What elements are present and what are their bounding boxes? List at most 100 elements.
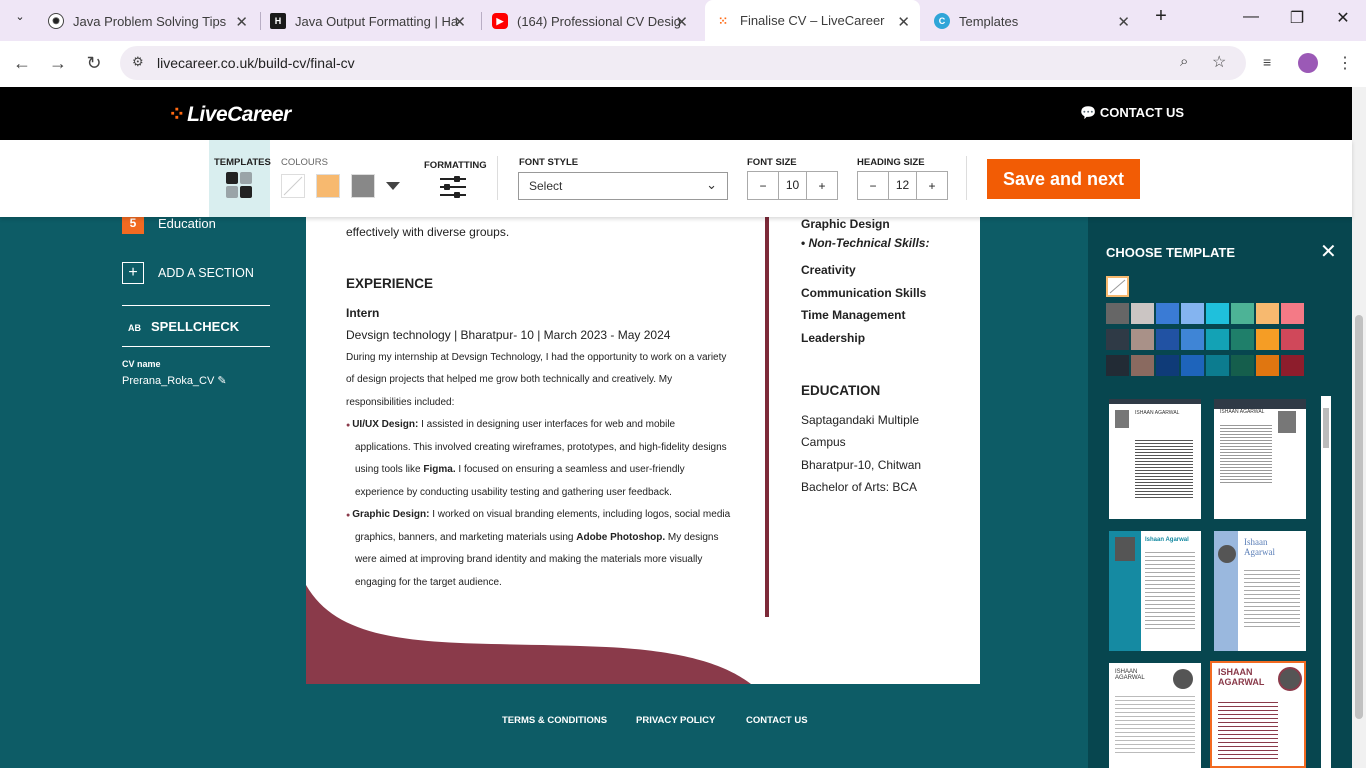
colour-option[interactable]: [1231, 329, 1254, 350]
terms-link[interactable]: TERMS & CONDITIONS: [502, 715, 607, 726]
colour-option[interactable]: [1281, 303, 1304, 324]
close-icon[interactable]: ✕: [453, 13, 466, 31]
plus-icon[interactable]: +: [807, 179, 837, 193]
site-info-icon[interactable]: ⚙: [132, 54, 144, 70]
tab-search-icon[interactable]: ⌄: [0, 10, 40, 23]
add-section-button[interactable]: + ADD A SECTION: [122, 262, 254, 284]
forward-icon[interactable]: →: [46, 53, 70, 74]
colour-option[interactable]: [1106, 355, 1129, 376]
font-style-select[interactable]: Select ⌄: [518, 172, 728, 200]
editor-main: 5 Education + ADD A SECTION AB SPELLCHECK C…: [0, 212, 1352, 768]
close-icon[interactable]: ✕: [897, 13, 910, 31]
template-thumbnail[interactable]: Ishaan Agarwal: [1109, 531, 1201, 651]
media-controls-icon[interactable]: ≡: [1263, 54, 1271, 70]
browser-tab[interactable]: ✺ Java Problem Solving Tips ✕: [48, 6, 258, 36]
colour-option[interactable]: [1106, 303, 1129, 324]
browser-tab[interactable]: ▶ (164) Professional CV Desig ✕: [492, 6, 698, 36]
maximize-icon[interactable]: ❐: [1274, 8, 1320, 28]
templates-label: TEMPLATES: [214, 157, 271, 168]
colour-option[interactable]: [1131, 303, 1154, 324]
template-name: Ishaan Agarwal: [1145, 537, 1189, 543]
cv-preview[interactable]: effectively with diverse groups. EXPERIE…: [306, 217, 980, 684]
template-thumbnail[interactable]: Ishaan Agarwal: [1214, 531, 1306, 651]
template-thumbnail-selected[interactable]: ISHAAN AGARWAL: [1210, 661, 1306, 768]
colour-option[interactable]: [1131, 355, 1154, 376]
window-close-icon[interactable]: ✕: [1320, 8, 1366, 28]
bullet-text: I assisted in designing user interfaces …: [418, 419, 676, 430]
url-bar[interactable]: ⚙ livecareer.co.uk/build-cv/final-cv ⌕ ☆: [120, 46, 1246, 80]
bullet-heading: Graphic Design:: [352, 509, 430, 520]
templates-button[interactable]: TEMPLATES: [209, 140, 271, 217]
pencil-icon[interactable]: ✎: [217, 375, 226, 387]
colour-option[interactable]: [1181, 303, 1204, 324]
close-icon[interactable]: ✕: [675, 13, 688, 31]
colour-option[interactable]: [1106, 329, 1129, 350]
minus-icon[interactable]: −: [748, 179, 778, 193]
template-thumbnail[interactable]: ISHAAN AGARWAL: [1214, 399, 1306, 519]
colour-option[interactable]: [1206, 355, 1229, 376]
close-icon[interactable]: ✕: [1117, 13, 1130, 31]
footer-contact-link[interactable]: CONTACT US: [746, 715, 808, 726]
colour-option[interactable]: [1256, 355, 1279, 376]
colours-label: COLOURS: [281, 157, 328, 168]
chevron-down-icon: ⌄: [706, 177, 717, 192]
menu-kebab-icon[interactable]: ⋮: [1337, 53, 1353, 73]
close-icon[interactable]: ✕: [1320, 239, 1337, 264]
browser-tab-active[interactable]: ⁙ Finalise CV – LiveCareer ✕: [705, 0, 920, 41]
reload-icon[interactable]: ↻: [82, 53, 106, 74]
colour-option[interactable]: [1281, 329, 1304, 350]
colour-option[interactable]: [1181, 329, 1204, 350]
colour-option[interactable]: [1281, 355, 1304, 376]
panel-scrollbar[interactable]: [1321, 396, 1331, 768]
cv-name-field[interactable]: Prerana_Roka_CV ✎: [122, 374, 227, 387]
save-and-next-button[interactable]: Save and next: [987, 159, 1140, 199]
template-thumbnail[interactable]: ISHAAN AGARWAL: [1109, 399, 1201, 519]
colour-swatch-orange[interactable]: [316, 174, 340, 198]
tab-title: Templates: [959, 13, 1019, 29]
close-icon[interactable]: ✕: [235, 13, 248, 31]
plus-icon: +: [122, 262, 144, 284]
spellcheck-button[interactable]: AB SPELLCHECK: [128, 319, 239, 334]
colour-option[interactable]: [1156, 329, 1179, 350]
cv-text: effectively with diverse groups.: [346, 225, 510, 239]
browser-tab[interactable]: H Java Output Formatting | Ha ✕: [270, 6, 476, 36]
colour-swatch-grey[interactable]: [351, 174, 375, 198]
profile-avatar[interactable]: [1298, 53, 1318, 73]
template-thumbnail[interactable]: ISHAAN AGARWAL: [1109, 663, 1201, 768]
back-icon[interactable]: ←: [10, 53, 34, 74]
colour-option[interactable]: [1231, 355, 1254, 376]
livecareer-logo[interactable]: ⁘LiveCareer: [168, 102, 291, 127]
colour-option[interactable]: [1131, 329, 1154, 350]
zoom-icon[interactable]: ⌕: [1180, 53, 1188, 70]
new-tab-icon[interactable]: +: [1138, 5, 1184, 28]
colour-swatch-none[interactable]: [281, 174, 305, 198]
font-size-label: FONT SIZE: [747, 157, 797, 168]
contact-us-link[interactable]: 💬 CONTACT US: [1080, 105, 1184, 121]
site-header: ⁘LiveCareer 💬 CONTACT US: [0, 87, 1352, 140]
colour-option[interactable]: [1256, 303, 1279, 324]
tab-title: Java Problem Solving Tips: [73, 13, 227, 29]
colour-option[interactable]: [1206, 329, 1229, 350]
cv-name-label: CV name: [122, 359, 161, 369]
heading-size-stepper[interactable]: −12 +: [857, 171, 948, 200]
font-size-stepper[interactable]: −10 +: [747, 171, 838, 200]
colour-option[interactable]: [1156, 303, 1179, 324]
colour-option[interactable]: [1206, 303, 1229, 324]
colour-option[interactable]: [1156, 355, 1179, 376]
bookmark-star-icon[interactable]: ☆: [1212, 52, 1226, 72]
privacy-link[interactable]: PRIVACY POLICY: [636, 715, 715, 726]
colour-option[interactable]: [1231, 303, 1254, 324]
heading-size-value: 12: [888, 172, 917, 199]
skill-item: Graphic Design: [801, 217, 890, 231]
formatting-sliders-icon[interactable]: [440, 176, 466, 198]
colours-dropdown-icon[interactable]: [386, 182, 400, 190]
colour-option-none[interactable]: [1106, 276, 1129, 297]
colour-option[interactable]: [1181, 355, 1204, 376]
plus-icon[interactable]: +: [917, 179, 947, 193]
page-scrollbar[interactable]: [1352, 87, 1366, 768]
minimize-icon[interactable]: —: [1228, 8, 1274, 26]
browser-tab[interactable]: C Templates ✕: [934, 6, 1140, 36]
minus-icon[interactable]: −: [858, 179, 888, 193]
colour-option[interactable]: [1256, 329, 1279, 350]
chat-bubble-icon: 💬: [1080, 105, 1100, 120]
